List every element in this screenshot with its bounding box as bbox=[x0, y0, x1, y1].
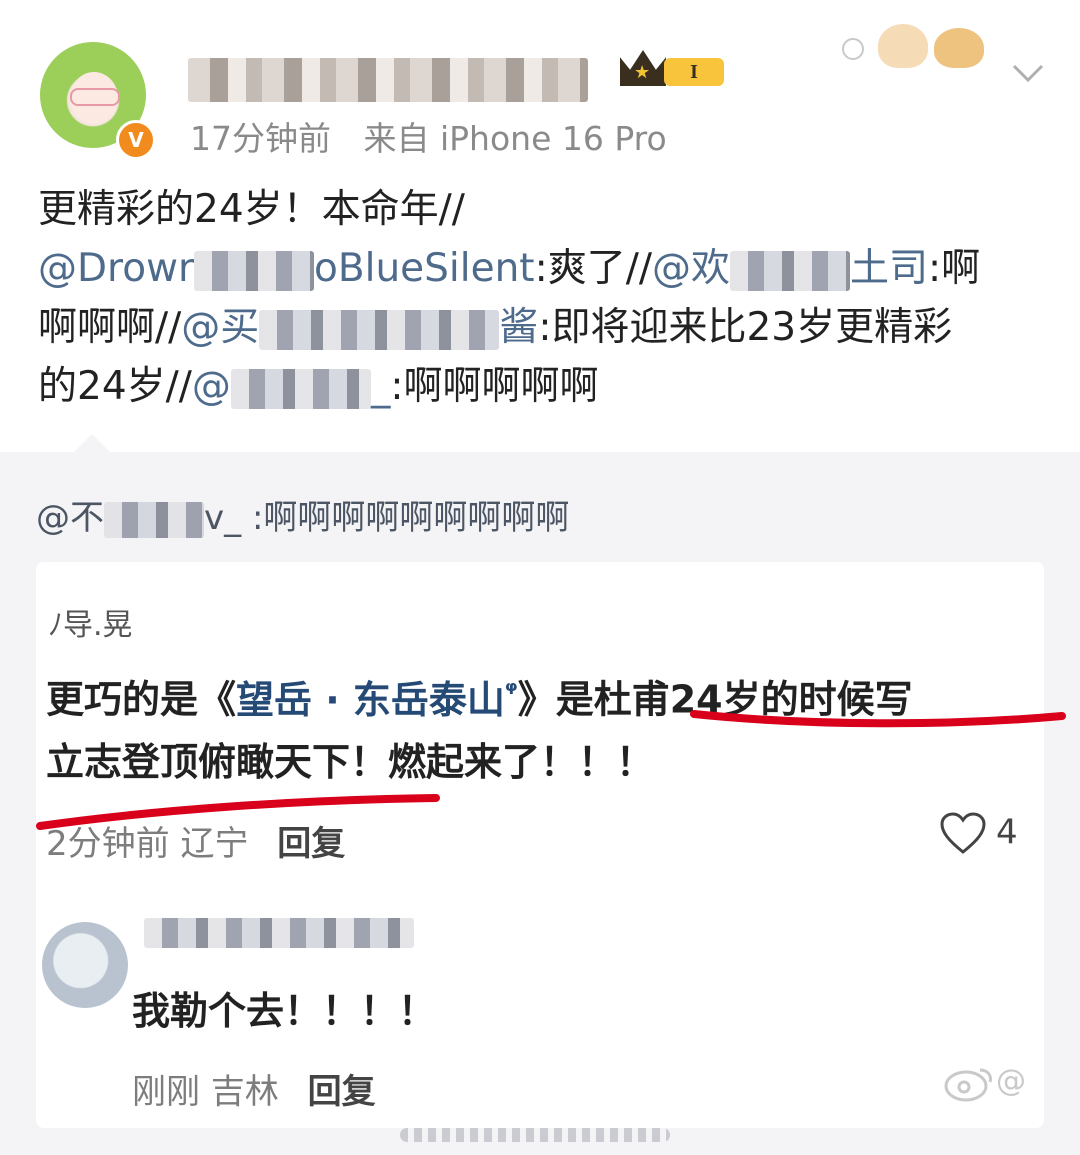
reply-username[interactable] bbox=[144, 918, 414, 948]
post-time: 17分钟前 bbox=[190, 119, 331, 158]
verified-icon: V bbox=[116, 120, 156, 160]
chevron-down-icon[interactable] bbox=[1012, 56, 1044, 88]
mention-link[interactable]: @买酱 bbox=[181, 305, 538, 350]
weibo-logo-icon bbox=[944, 1068, 992, 1102]
post-source: 来自 iPhone 16 Pro bbox=[363, 119, 667, 158]
comment-line: 立志登顶俯瞰天下！燃起来了！！！ bbox=[46, 739, 655, 784]
avatar-glasses bbox=[70, 88, 120, 106]
blurred-username bbox=[144, 918, 414, 948]
dog-sticker-icon bbox=[934, 28, 984, 68]
blurred-username bbox=[188, 58, 588, 102]
mention-link[interactable]: @Drowr oBlueSilent bbox=[38, 246, 535, 291]
like-count: 4 bbox=[996, 812, 1018, 853]
reply-meta: 刚刚 吉林 回复 bbox=[132, 1064, 376, 1113]
mention-link[interactable]: @ _ bbox=[192, 364, 391, 409]
vip-level-badge: I bbox=[664, 58, 724, 86]
panel-pointer bbox=[72, 434, 112, 454]
mention-link[interactable]: @欢 土司 bbox=[652, 246, 928, 291]
post-line: @Drowr oBlueSilent:爽了//@欢 土司:啊 bbox=[38, 246, 981, 291]
blurred-footer bbox=[400, 1128, 670, 1142]
star-icon: ★ bbox=[634, 62, 651, 83]
comment-username[interactable]: ﾉ导.晃 bbox=[48, 600, 133, 644]
comment-card: ﾉ导.晃 更巧的是《望岳 · 东岳泰山ᵠ》是杜甫24岁的时候写 立志登顶俯瞰天下… bbox=[36, 562, 1044, 1128]
author-name[interactable] bbox=[188, 58, 588, 102]
post-line: 更精彩的24岁！本命年// bbox=[38, 187, 465, 232]
decoration-sticker bbox=[842, 18, 992, 74]
red-underline bbox=[36, 794, 440, 830]
search-icon: ᵠ bbox=[504, 676, 518, 706]
blurred-mention bbox=[104, 501, 204, 538]
heart-icon bbox=[940, 812, 986, 854]
dog-sticker-icon bbox=[878, 24, 928, 68]
post-line: 啊啊啊//@买 酱:即将迎来比23岁更精彩 bbox=[38, 305, 953, 350]
red-underline bbox=[690, 710, 1066, 728]
reply-time: 刚刚 bbox=[132, 1072, 200, 1112]
post-meta: 17分钟前 来自 iPhone 16 Pro bbox=[190, 112, 689, 160]
decoration-ring bbox=[842, 38, 864, 60]
post-line: 的24岁//@ _:啊啊啊啊啊 bbox=[38, 364, 599, 409]
poem-link[interactable]: 望岳 · 东岳泰山ᵠ bbox=[236, 676, 518, 722]
reply-avatar[interactable] bbox=[42, 922, 128, 1008]
weibo-watermark: @ bbox=[944, 1062, 1026, 1102]
like-button[interactable]: 4 bbox=[940, 812, 1018, 856]
reply-button[interactable]: 回复 bbox=[308, 1072, 376, 1112]
post-text: 更精彩的24岁！本命年// @Drowr oBlueSilent:爽了//@欢 土司… bbox=[38, 180, 1048, 416]
crown-icon[interactable]: ★ I bbox=[620, 48, 728, 88]
reply-location: 吉林 bbox=[210, 1072, 279, 1112]
reply-text: 我勒个去！！！！ bbox=[132, 989, 437, 1033]
quoted-repost[interactable]: @不 v_ :啊啊啊啊啊啊啊啊啊 bbox=[36, 490, 569, 539]
